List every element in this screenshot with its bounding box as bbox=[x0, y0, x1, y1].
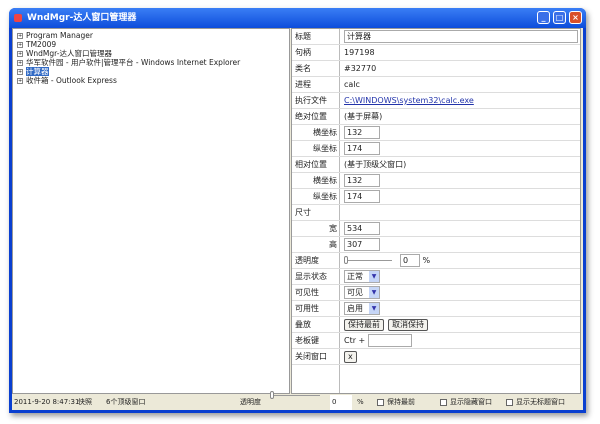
exe-link[interactable]: C:\WINDOWS\system32\calc.exe bbox=[344, 96, 474, 105]
properties-panel: 标题 计算器 句柄 197198 类名 #32770 进程 calc 执行文件 C:\WI… bbox=[291, 28, 581, 394]
enabled-value: 启用 bbox=[347, 304, 363, 313]
expand-icon[interactable]: + bbox=[17, 69, 23, 75]
title-label: 标题 bbox=[295, 32, 311, 41]
chevron-down-icon[interactable]: ▼ bbox=[369, 303, 379, 314]
minimize-button[interactable]: _ bbox=[537, 11, 550, 24]
rel-pos-label: 相对位置 bbox=[295, 160, 327, 169]
close-window-button[interactable]: x bbox=[344, 351, 357, 363]
main-window: WndMgr-达人窗口管理器 _ □ × + Program Manager + T… bbox=[9, 8, 586, 413]
status-opacity-slider[interactable] bbox=[270, 391, 320, 399]
boss-key-input[interactable] bbox=[367, 334, 412, 347]
show-hidden-label: 显示隐藏窗口 bbox=[450, 398, 492, 406]
class-value: #32770 bbox=[344, 64, 377, 73]
tree-node-label: 收件箱 - Outlook Express bbox=[26, 76, 117, 85]
process-label: 进程 bbox=[295, 80, 311, 89]
title-field[interactable]: 计算器 bbox=[344, 30, 578, 43]
show-state-label: 显示状态 bbox=[295, 272, 327, 281]
abs-x-label: 横坐标 bbox=[313, 128, 337, 137]
abs-y-label: 纵坐标 bbox=[313, 144, 337, 153]
boss-key-label: 老板键 bbox=[295, 336, 319, 345]
status-opacity-label: 透明度 bbox=[240, 398, 261, 406]
rel-x-input[interactable]: 132 bbox=[344, 174, 380, 187]
status-opacity-input[interactable]: 0 bbox=[330, 395, 352, 410]
abs-pos-note: (基于屏幕) bbox=[344, 112, 383, 121]
show-hidden-checkbox[interactable]: 显示隐藏窗口 bbox=[440, 395, 492, 410]
show-state-value: 正常 bbox=[347, 272, 363, 281]
width-label: 宽 bbox=[329, 224, 337, 233]
window-tree[interactable]: + Program Manager + TM2009 + WndMgr-达人窗口管理器… bbox=[12, 28, 290, 394]
width-input[interactable]: 534 bbox=[344, 222, 380, 235]
tree-node-label: WndMgr-达人窗口管理器 bbox=[26, 49, 112, 58]
abs-pos-label: 绝对位置 bbox=[295, 112, 327, 121]
maximize-button[interactable]: □ bbox=[553, 11, 566, 24]
expand-icon[interactable]: + bbox=[17, 33, 23, 39]
keep-top-button[interactable]: 保持最前 bbox=[344, 319, 384, 331]
opacity-label: 透明度 bbox=[295, 256, 319, 265]
client-area: + Program Manager + TM2009 + WndMgr-达人窗口管理器… bbox=[12, 28, 583, 410]
percent-sign: % bbox=[422, 256, 431, 265]
visibility-select[interactable]: 可见 ▼ bbox=[344, 286, 380, 299]
tree-node-label: 计算器 bbox=[26, 67, 49, 76]
snapshot-button[interactable]: 快照 bbox=[78, 395, 92, 410]
opacity-slider[interactable] bbox=[344, 256, 392, 264]
rel-x-label: 横坐标 bbox=[313, 176, 337, 185]
close-window-label: 关闭窗口 bbox=[295, 352, 327, 361]
close-button[interactable]: × bbox=[569, 11, 582, 24]
abs-x-input[interactable]: 132 bbox=[344, 126, 380, 139]
keep-top-label: 保持最前 bbox=[387, 398, 415, 406]
rel-y-input[interactable]: 174 bbox=[344, 190, 380, 203]
app-icon bbox=[14, 14, 22, 22]
expand-icon[interactable]: + bbox=[17, 42, 23, 48]
expand-icon[interactable]: + bbox=[17, 60, 23, 66]
boss-key-prefix: Ctr + bbox=[344, 336, 366, 345]
exe-label: 执行文件 bbox=[295, 96, 327, 105]
tree-node-label: Program Manager bbox=[26, 31, 93, 40]
size-label: 尺寸 bbox=[295, 208, 311, 217]
status-bar: 2011-9-20 8:47:31 快照 6个顶级窗口 透明度 0 % 保持最前… bbox=[12, 391, 583, 410]
status-time: 2011-9-20 8:47:31 bbox=[14, 398, 80, 406]
tree-node[interactable]: + Program Manager bbox=[17, 31, 285, 40]
tree-node[interactable]: + WndMgr-达人窗口管理器 bbox=[17, 49, 285, 58]
opacity-input[interactable]: 0 bbox=[400, 254, 420, 267]
tree-node-selected[interactable]: + 计算器 bbox=[17, 67, 285, 76]
expand-icon[interactable]: + bbox=[17, 78, 23, 84]
visibility-label: 可见性 bbox=[295, 288, 319, 297]
slider-thumb[interactable] bbox=[270, 391, 274, 399]
class-label: 类名 bbox=[295, 64, 311, 73]
process-value: calc bbox=[344, 80, 360, 89]
show-untitled-checkbox[interactable]: 显示无标题窗口 bbox=[506, 395, 565, 410]
rel-pos-note: (基于顶级父窗口) bbox=[344, 160, 407, 169]
window-title: WndMgr-达人窗口管理器 bbox=[27, 13, 137, 23]
visibility-value: 可见 bbox=[347, 288, 363, 297]
enabled-label: 可用性 bbox=[295, 304, 319, 313]
slider-thumb[interactable] bbox=[344, 256, 348, 264]
cancel-keep-button[interactable]: 取消保持 bbox=[388, 319, 428, 331]
chevron-down-icon[interactable]: ▼ bbox=[369, 287, 379, 298]
title-bar: WndMgr-达人窗口管理器 _ □ × bbox=[9, 8, 586, 28]
status-percent: % bbox=[357, 398, 364, 406]
height-input[interactable]: 307 bbox=[344, 238, 380, 251]
handle-value: 197198 bbox=[344, 48, 375, 57]
rel-y-label: 纵坐标 bbox=[313, 192, 337, 201]
chevron-down-icon[interactable]: ▼ bbox=[369, 271, 379, 282]
abs-y-input[interactable]: 174 bbox=[344, 142, 380, 155]
tree-node[interactable]: + TM2009 bbox=[17, 40, 285, 49]
handle-label: 句柄 bbox=[295, 48, 311, 57]
enabled-select[interactable]: 启用 ▼ bbox=[344, 302, 380, 315]
window-count: 6个顶级窗口 bbox=[106, 398, 146, 406]
show-state-select[interactable]: 正常 ▼ bbox=[344, 270, 380, 283]
tree-node[interactable]: + 华军软件园 - 用户软件|管理平台 - Windows Internet Ex… bbox=[17, 58, 285, 67]
height-label: 高 bbox=[329, 240, 337, 249]
show-untitled-label: 显示无标题窗口 bbox=[516, 398, 565, 406]
keep-top-checkbox[interactable]: 保持最前 bbox=[377, 395, 415, 410]
expand-icon[interactable]: + bbox=[17, 51, 23, 57]
zorder-label: 叠放 bbox=[295, 320, 311, 329]
tree-node-label: 华军软件园 - 用户软件|管理平台 - Windows Internet Exp… bbox=[26, 58, 241, 67]
tree-node[interactable]: + 收件箱 - Outlook Express bbox=[17, 76, 285, 85]
tree-node-label: TM2009 bbox=[26, 40, 57, 49]
